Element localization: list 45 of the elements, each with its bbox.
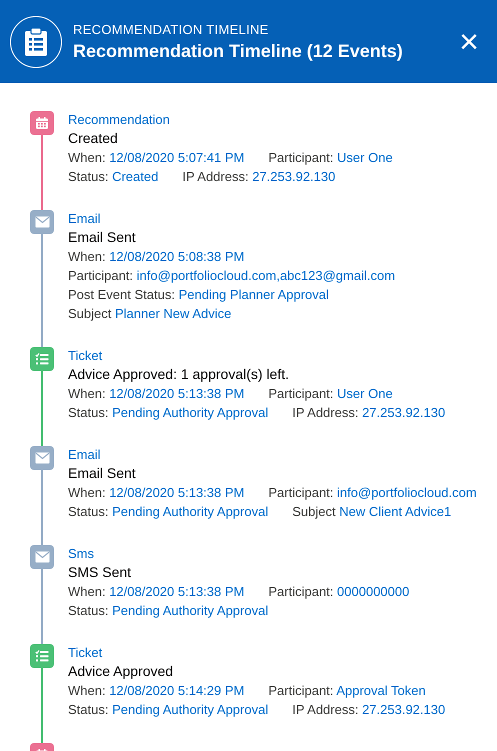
event-field: When: 12/08/2020 5:08:38 PM [68, 247, 244, 266]
event-title-link[interactable]: Ticket [68, 346, 446, 365]
envelope-icon [34, 216, 50, 228]
clipboard-icon [10, 16, 62, 68]
event-field: IP Address: 27.253.92.130 [292, 403, 446, 422]
event-field: Subject Planner New Advice [68, 304, 232, 323]
event-title-link[interactable]: Recommendation [68, 110, 393, 129]
event-title-link[interactable]: Email [68, 445, 477, 464]
event-title-link[interactable]: Email [68, 209, 396, 228]
envelope-icon [34, 452, 50, 464]
event-description: Email Sent [68, 464, 137, 483]
event-field: IP Address: 27.253.92.130 [292, 700, 446, 719]
event-field: Status: Pending Authority Approval [68, 700, 268, 719]
event-description: Created [68, 129, 119, 148]
event-field: Status: Created [68, 167, 158, 186]
event-field: Participant: User One [268, 148, 393, 167]
event-field: Participant: Approval Token [268, 681, 426, 700]
event-field: When: 12/08/2020 5:13:38 PM [68, 483, 244, 502]
event-description: SMS Sent [68, 563, 132, 582]
event-field: Post Event Status: Pending Planner Approval [68, 285, 329, 304]
event-description: Email Sent [68, 228, 137, 247]
event-field: Participant: info@portfoliocloud.com [268, 483, 477, 502]
event-field: Status: Pending Authority Approval [68, 403, 268, 422]
header-title: Recommendation Timeline (12 Events) [73, 40, 404, 62]
event-field: When: 12/08/2020 5:13:38 PM [68, 384, 244, 403]
event-field: Subject New Client Advice1 [292, 502, 452, 521]
event-field: When: 12/08/2020 5:13:38 PM [68, 582, 244, 601]
event-field: Participant: User One [268, 384, 393, 403]
checklist-icon [35, 352, 49, 366]
checklist-icon [35, 649, 49, 663]
event-description: Advice Approved [68, 662, 174, 681]
event-title-link[interactable]: Sms [68, 544, 410, 563]
event-field: Status: Pending Authority Approval [68, 601, 268, 620]
event-title-link[interactable]: Ticket [68, 643, 446, 662]
event-field: When: 12/08/2020 5:14:29 PM [68, 681, 244, 700]
envelope-icon [34, 551, 50, 563]
calendar-icon [35, 116, 49, 130]
event-field: Participant: info@portfoliocloud.com,abc123@gmail.com [68, 266, 396, 285]
event-description: Advice Approved: 1 approval(s) left. [68, 365, 290, 384]
event-field: IP Address: 27.253.92.130 [182, 167, 336, 186]
event-field: When: 12/08/2020 5:07:41 PM [68, 148, 244, 167]
event-field: Participant: 0000000000 [268, 582, 410, 601]
event-field: Status: Pending Authority Approval [68, 502, 268, 521]
header-subtitle: RECOMMENDATION TIMELINE [73, 20, 270, 38]
close-button[interactable]: × [455, 24, 483, 58]
